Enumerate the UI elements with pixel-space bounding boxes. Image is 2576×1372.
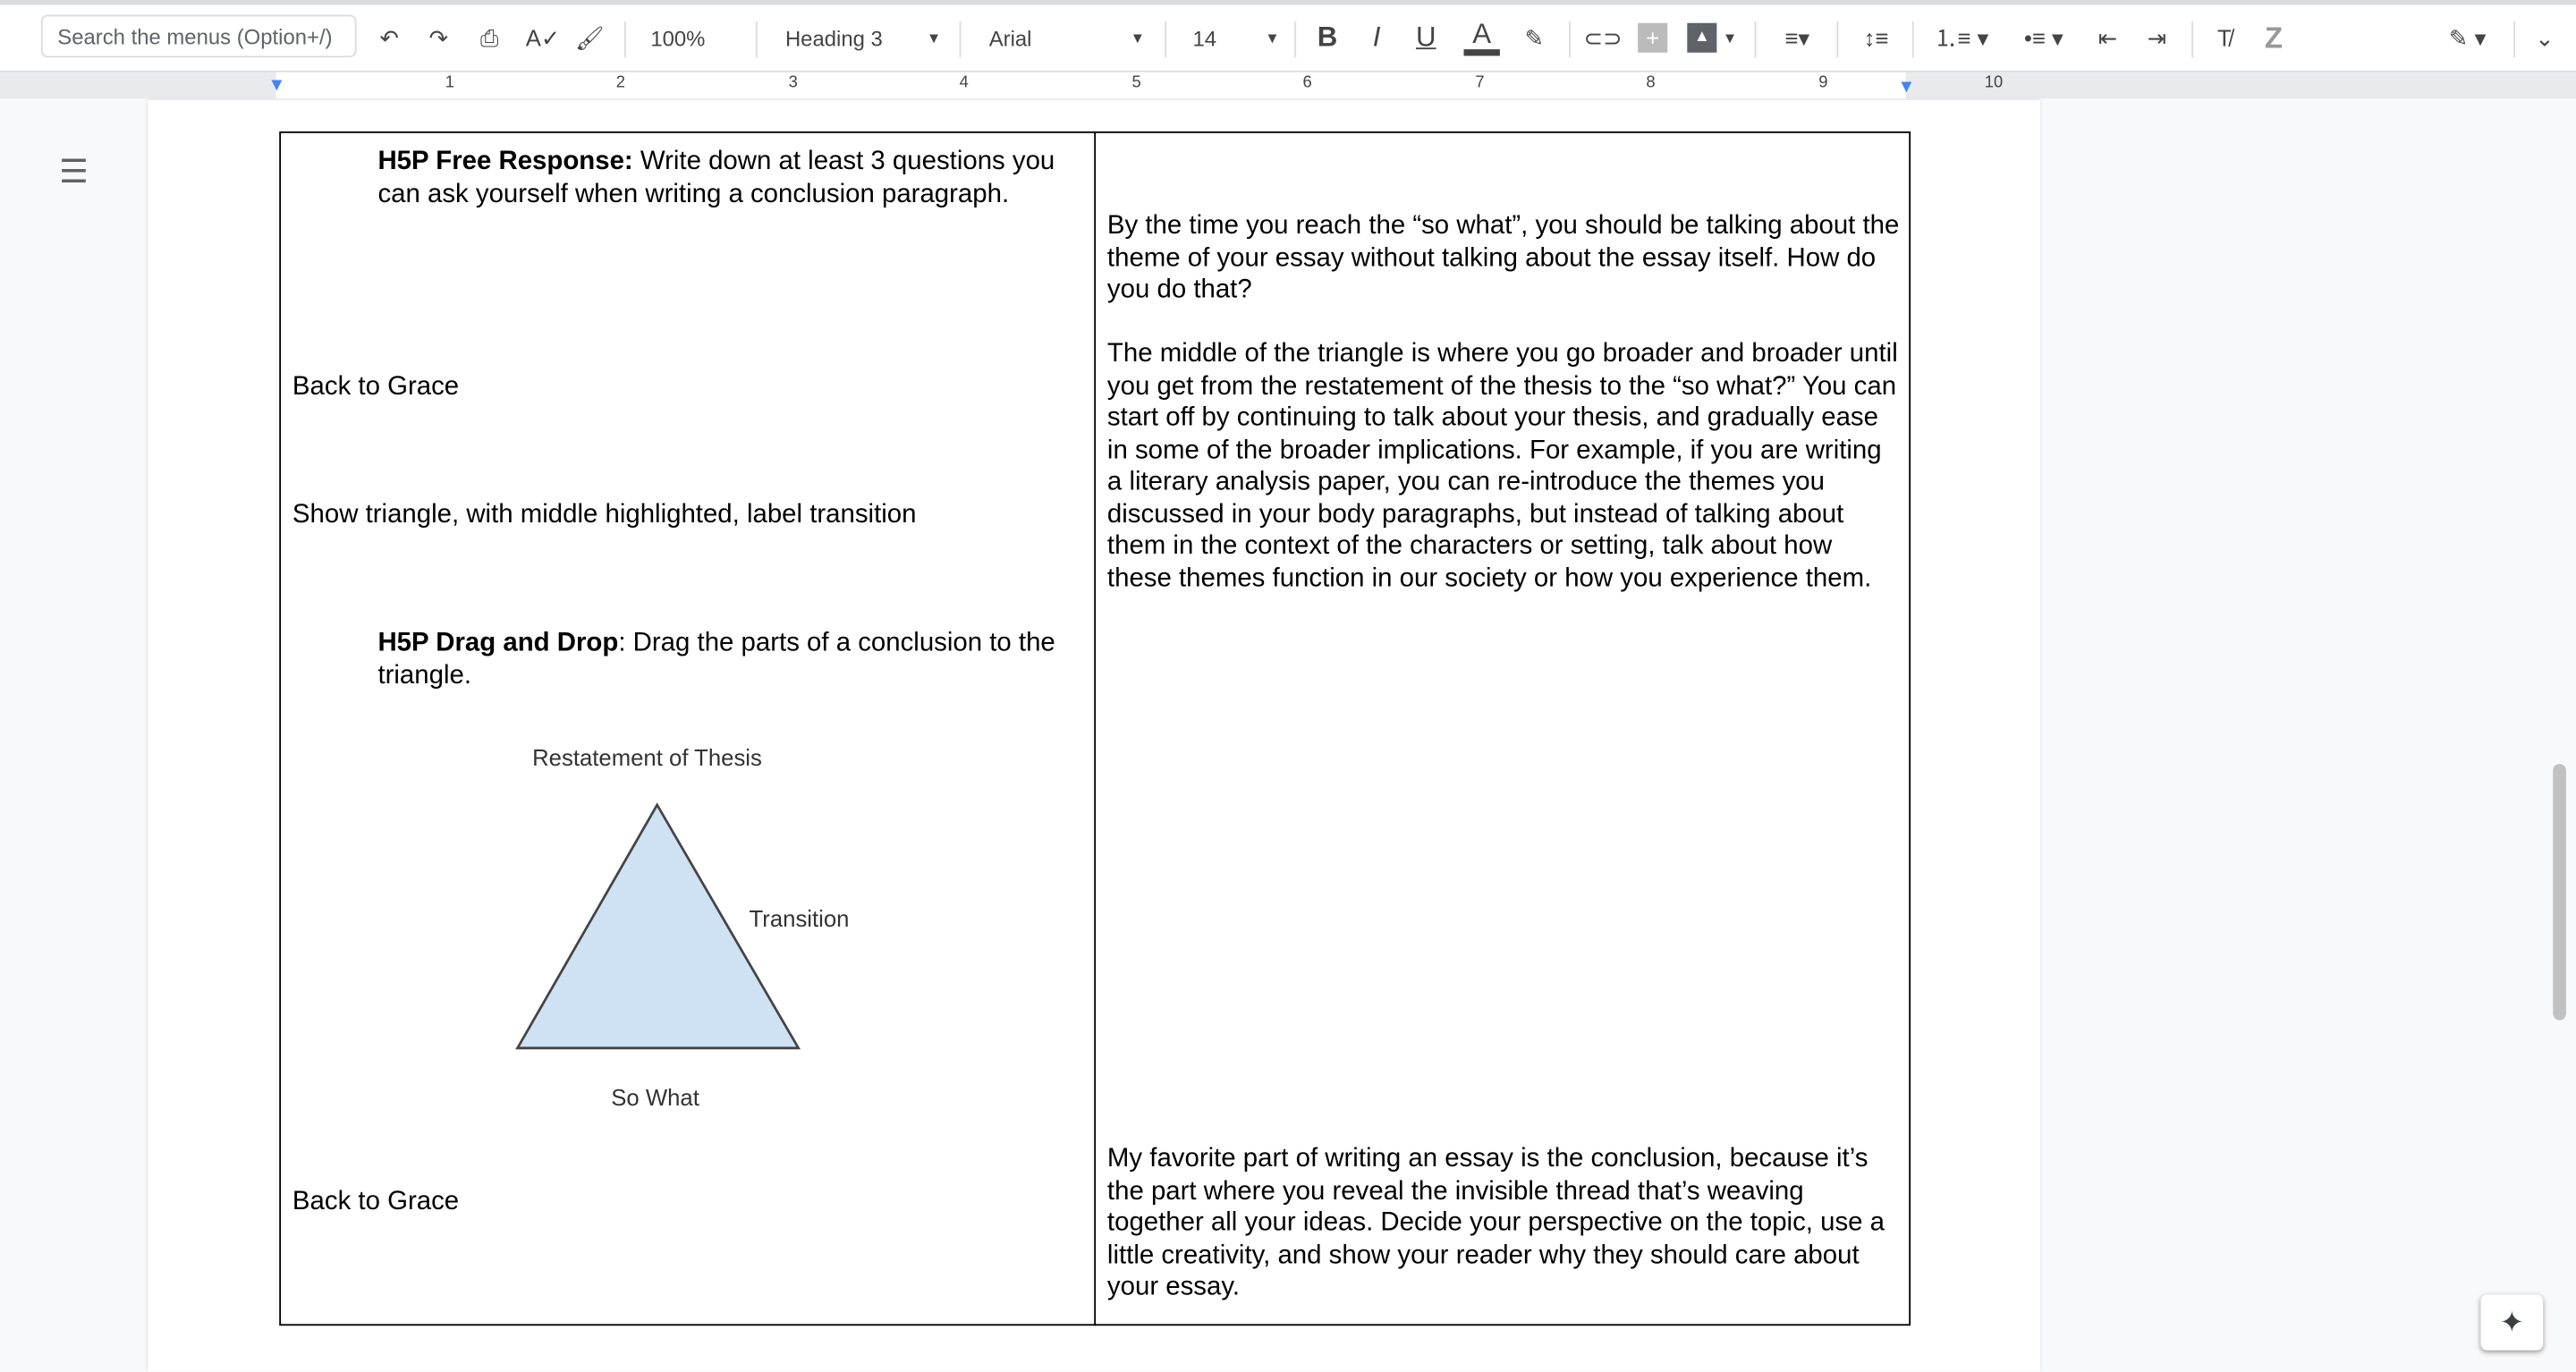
undo-icon[interactable]: ↶ (375, 20, 404, 55)
chevron-down-icon: ▼ (926, 30, 942, 47)
ruler-number: 9 (1818, 73, 1828, 92)
search-menus-input[interactable]: Search the menus (Option+/) (40, 14, 357, 58)
right-paragraph-1: By the time you reach the “so what”, you… (1106, 211, 1900, 304)
clear-formatting-icon[interactable]: T̸ (2208, 20, 2241, 55)
document-outline-icon[interactable]: ☰ (59, 151, 89, 192)
link-icon[interactable]: ⊂⊃ (1584, 20, 1623, 55)
line-spacing-icon[interactable]: ↕≡ (1856, 20, 1895, 55)
right-paragraph-3: My favorite part of writing an essay is … (1106, 1145, 1885, 1301)
paint-format-icon[interactable]: 🖌 (575, 20, 605, 55)
text-color-icon[interactable]: A (1463, 19, 1500, 56)
add-comment-icon[interactable]: + (1638, 22, 1668, 53)
ruler-number: 7 (1475, 73, 1485, 92)
ruler-number: 6 (1302, 73, 1312, 92)
font-select[interactable]: Arial ▼ (976, 20, 1157, 55)
redo-icon[interactable]: ↷ (424, 20, 453, 55)
align-icon[interactable]: ≡▾ (1775, 20, 1820, 55)
highlight-icon[interactable]: ✎ (1520, 20, 1549, 55)
table-column-divider (1094, 131, 1097, 1326)
font-size-value: 14 (1192, 26, 1217, 51)
ruler-number: 10 (1984, 73, 2004, 92)
explore-button[interactable]: ✦ (2480, 1294, 2544, 1351)
font-size-select[interactable]: 14 ▼ (1180, 20, 1285, 55)
right-indent-marker[interactable]: ▼ (1897, 77, 1915, 97)
insert-image-icon[interactable]: ▲ (1687, 22, 1717, 53)
h5p-drag-drop-paragraph: H5P Drag and Drop: Drag the parts of a c… (377, 628, 1076, 692)
back-to-grace-text: Back to Grace (292, 372, 460, 402)
right-paragraph-2: The middle of the triangle is where you … (1106, 340, 1898, 593)
diagram-label-side: Transition (749, 905, 850, 932)
style-select[interactable]: Heading 3 ▼ (772, 20, 953, 55)
numbered-list-icon[interactable]: ⒈≡ ▾ (1928, 20, 1994, 55)
bold-label: H5P Drag and Drop (377, 629, 619, 657)
left-indent-marker[interactable]: ▼ (267, 75, 285, 95)
ruler-number: 3 (788, 73, 798, 92)
explore-sparkle-icon: ✦ (2499, 1306, 2525, 1339)
italic-icon[interactable]: I (1363, 20, 1389, 55)
vertical-scrollbar-thumb[interactable] (2553, 764, 2566, 1021)
show-triangle-text: Show triangle, with middle highlighted, … (292, 501, 917, 529)
chevron-down-icon[interactable]: ▼ (1722, 20, 1738, 55)
bulleted-list-icon[interactable]: •≡ ▾ (2011, 20, 2076, 55)
chevron-down-icon: ▼ (1130, 30, 1146, 47)
increase-indent-icon[interactable]: ⇥ (2139, 20, 2174, 55)
underline-icon[interactable]: U (1413, 20, 1439, 55)
zoom-select[interactable]: 100% ▼ (638, 20, 746, 87)
font-value: Arial (988, 26, 1032, 51)
h5p-free-response-paragraph: H5P Free Response: Write down at least 3… (377, 146, 1076, 210)
zotero-icon[interactable]: Z (2258, 20, 2291, 55)
collapse-toolbar-icon[interactable]: ⌄ (2527, 20, 2563, 55)
spellcheck-icon[interactable]: A✓ (526, 20, 561, 55)
ruler[interactable]: ▼ ▼ 1 2 3 4 5 6 7 8 9 10 (0, 72, 2576, 99)
editing-mode-icon[interactable]: ✎ ▾ (2438, 20, 2497, 55)
bold-label: H5P Free Response: (377, 148, 633, 176)
decrease-indent-icon[interactable]: ⇤ (2089, 20, 2125, 55)
print-icon[interactable]: ⎙ (473, 20, 506, 55)
diagram-label-top: Restatement of Thesis (532, 744, 762, 771)
bold-icon[interactable]: B (1314, 20, 1340, 55)
back-to-grace-text: Back to Grace (292, 1187, 460, 1216)
style-value: Heading 3 (784, 26, 883, 51)
ruler-number: 2 (615, 73, 625, 92)
ruler-number: 5 (1131, 73, 1141, 92)
toolbar: Search the menus (Option+/) ↶ ↷ ⎙ A✓ 🖌 1… (0, 4, 2576, 87)
chevron-down-icon: ▼ (1265, 30, 1280, 47)
ruler-text-area (275, 72, 1906, 99)
ruler-number: 1 (445, 73, 454, 92)
diagram-label-bottom: So What (611, 1084, 699, 1111)
ruler-number: 4 (959, 73, 969, 92)
ruler-number: 8 (1646, 73, 1656, 92)
zoom-value: 100% (650, 26, 706, 51)
